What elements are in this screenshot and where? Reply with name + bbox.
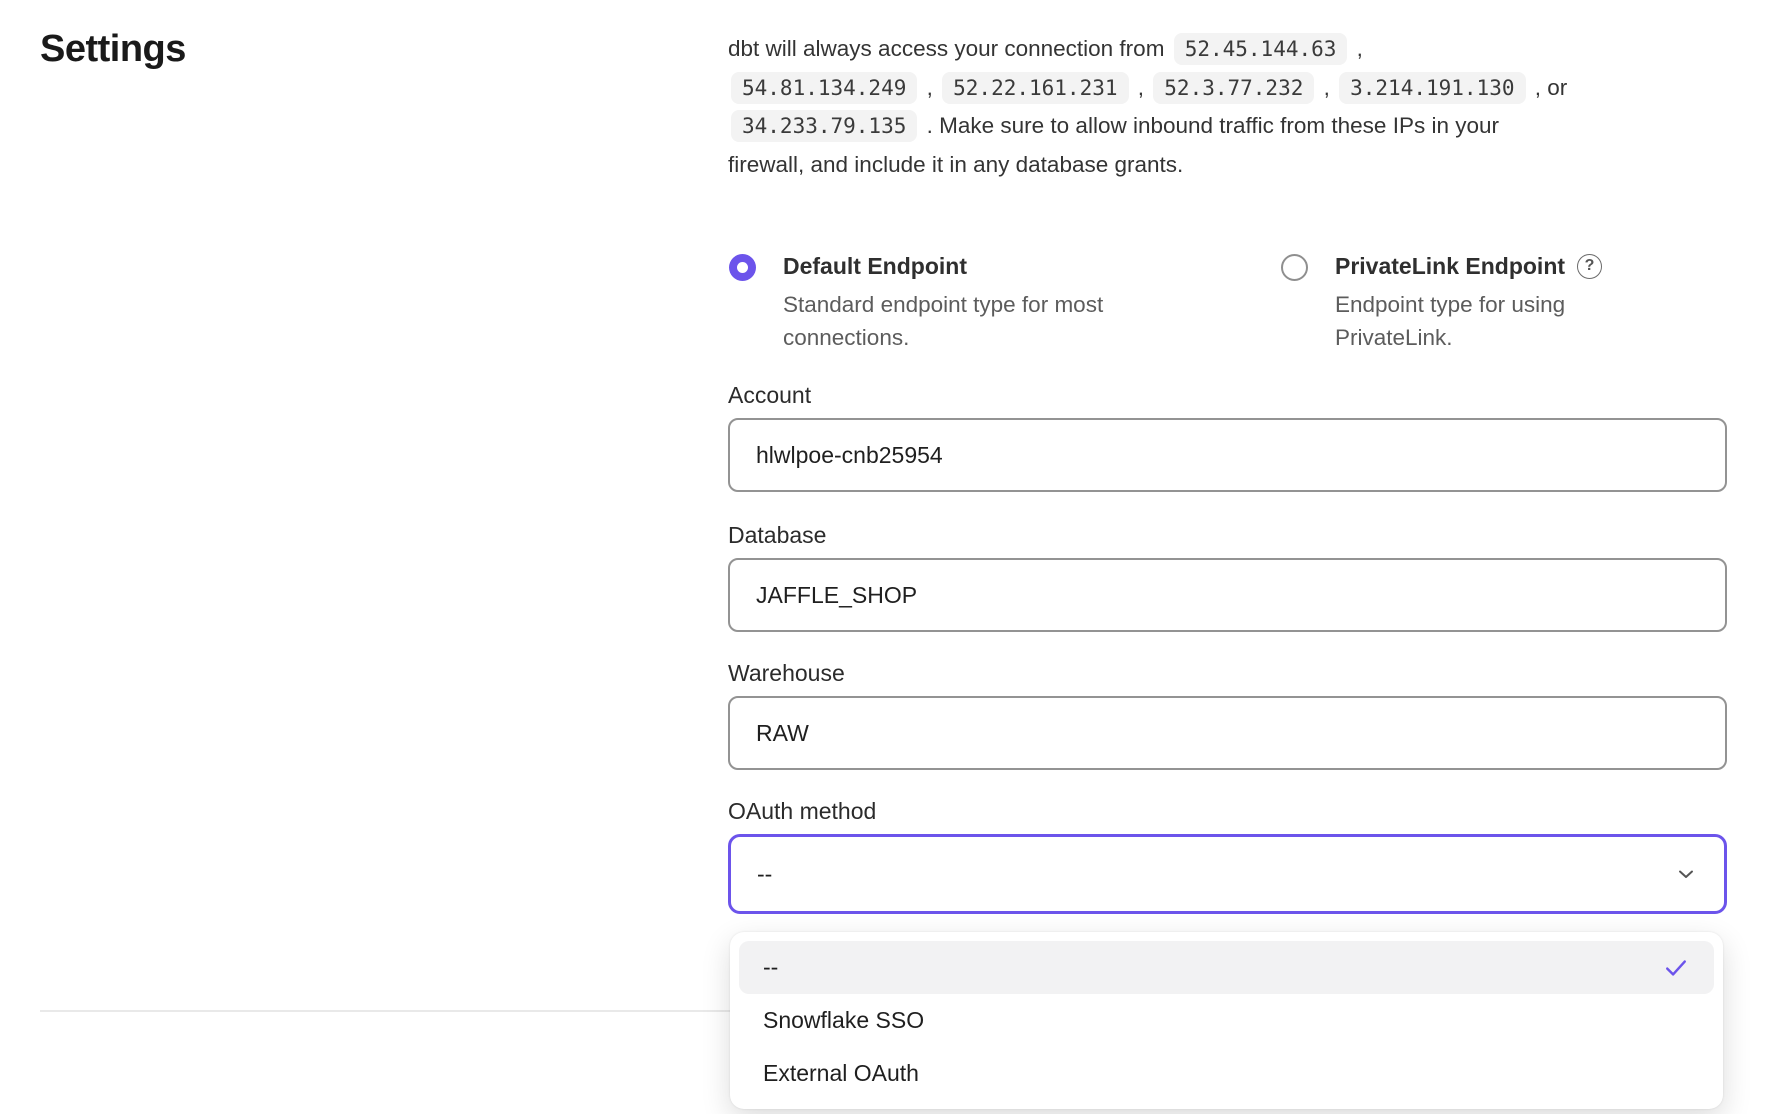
- ip-address-chip: 52.3.77.232: [1153, 72, 1314, 104]
- dropdown-option-snowflake-sso[interactable]: Snowflake SSO: [739, 994, 1714, 1047]
- intro-line: 54.81.134.249 , 52.22.161.231 , 52.3.77.…: [728, 69, 1728, 108]
- dropdown-option-label: External OAuth: [763, 1060, 919, 1087]
- dropdown-option-[interactable]: --: [739, 941, 1714, 994]
- intro-line: 34.233.79.135 . Make sure to allow inbou…: [728, 107, 1728, 146]
- database-field-group: Database: [728, 522, 1727, 632]
- privatelink-endpoint-radio[interactable]: [1281, 254, 1308, 281]
- warehouse-label: Warehouse: [728, 660, 1727, 687]
- check-icon: [1662, 954, 1690, 982]
- oauth-dropdown: -- Snowflake SSO External OAuth: [730, 932, 1723, 1109]
- endpoint-type-radio-group: Default Endpoint Standard endpoint type …: [729, 252, 1729, 356]
- default-endpoint-description: Standard endpoint type for most connecti…: [783, 288, 1173, 354]
- oauth-method-select[interactable]: --: [728, 834, 1727, 914]
- intro-line: dbt will always access your connection f…: [728, 30, 1728, 69]
- default-endpoint-text: Default Endpoint Standard endpoint type …: [783, 252, 1173, 354]
- warehouse-field-group: Warehouse: [728, 660, 1727, 770]
- privatelink-endpoint-description: Endpoint type for using PrivateLink.: [1335, 288, 1635, 354]
- dropdown-option-label: --: [763, 954, 778, 981]
- page-title: Settings: [40, 28, 186, 71]
- oauth-method-selected-value: --: [757, 861, 772, 888]
- account-label: Account: [728, 382, 1727, 409]
- oauth-method-field-group: OAuth method --: [728, 798, 1727, 914]
- question-circle-icon[interactable]: ?: [1577, 254, 1602, 279]
- intro-text: ,: [920, 75, 939, 101]
- privatelink-endpoint-option[interactable]: PrivateLink Endpoint ? Endpoint type for…: [1281, 252, 1635, 354]
- ip-address-chip: 3.214.191.130: [1339, 72, 1525, 104]
- intro-line: firewall, and include it in any database…: [728, 146, 1728, 185]
- default-endpoint-radio[interactable]: [729, 254, 756, 281]
- ip-address-chip: 34.233.79.135: [731, 110, 917, 142]
- default-endpoint-label: Default Endpoint: [783, 252, 1173, 280]
- account-input[interactable]: [728, 418, 1727, 492]
- oauth-method-label: OAuth method: [728, 798, 1727, 825]
- account-field-group: Account: [728, 382, 1727, 492]
- intro-text: ,: [1350, 36, 1363, 62]
- dropdown-option-label: Snowflake SSO: [763, 1007, 924, 1034]
- privatelink-endpoint-text: PrivateLink Endpoint ? Endpoint type for…: [1335, 252, 1635, 354]
- intro-text: firewall, and include it in any database…: [728, 152, 1183, 178]
- database-input[interactable]: [728, 558, 1727, 632]
- chevron-down-icon: [1674, 862, 1698, 886]
- intro-text: , or: [1529, 75, 1568, 101]
- warehouse-input[interactable]: [728, 696, 1727, 770]
- ip-address-chip: 54.81.134.249: [731, 72, 917, 104]
- default-endpoint-option[interactable]: Default Endpoint Standard endpoint type …: [729, 252, 1173, 354]
- intro-text: ,: [1132, 75, 1151, 101]
- privatelink-endpoint-label: PrivateLink Endpoint: [1335, 252, 1565, 280]
- ip-allowlist-text: dbt will always access your connection f…: [728, 30, 1728, 184]
- intro-text: . Make sure to allow inbound traffic fro…: [920, 113, 1499, 139]
- ip-address-chip: 52.45.144.63: [1174, 33, 1348, 65]
- intro-text: dbt will always access your connection f…: [728, 36, 1171, 62]
- intro-text: ,: [1317, 75, 1336, 101]
- ip-address-chip: 52.22.161.231: [942, 72, 1128, 104]
- database-label: Database: [728, 522, 1727, 549]
- dropdown-option-external-oauth[interactable]: External OAuth: [739, 1047, 1714, 1100]
